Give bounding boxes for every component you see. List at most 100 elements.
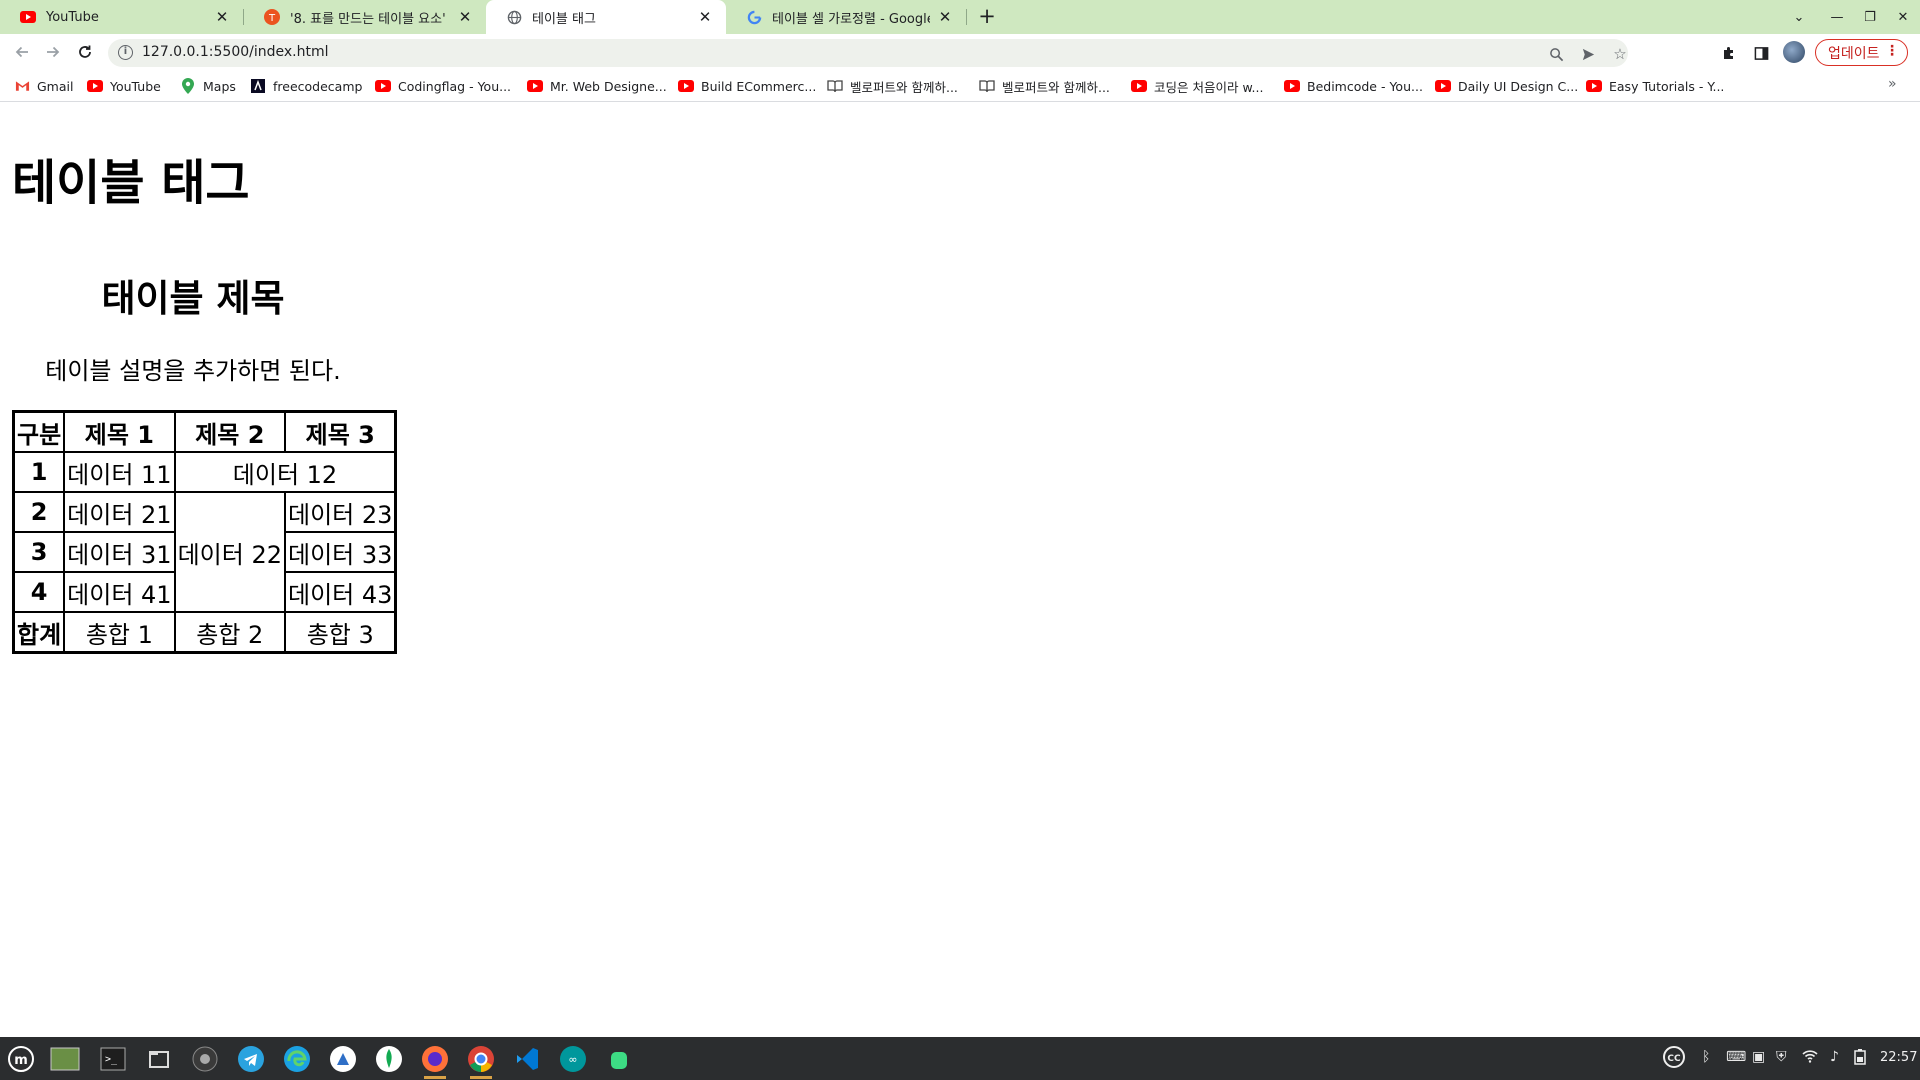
back-arrow-icon xyxy=(15,46,28,58)
bookmark-bedimcode[interactable]: Bedimcode - You... xyxy=(1284,76,1423,96)
minimize-button[interactable]: — xyxy=(1822,4,1852,30)
data-table: 구분 제목 1 제목 2 제목 3 1 데이터 11 데이터 12 2 데이터 … xyxy=(12,410,398,654)
keyboard-icon[interactable]: ⌨ xyxy=(1726,1049,1746,1065)
bluetooth-icon[interactable]: ᛒ xyxy=(1702,1049,1710,1065)
files-icon[interactable] xyxy=(142,1042,176,1076)
bookmark-gmail[interactable]: Gmail xyxy=(14,76,73,96)
close-tab-icon[interactable]: ✕ xyxy=(456,8,474,26)
gmail-icon xyxy=(14,78,30,94)
bookmark-mr-web-designer[interactable]: Mr. Web Designe... xyxy=(527,76,667,96)
tab-title: 테이블 셀 가로정렬 - Google 검 xyxy=(772,11,930,27)
bookmark-build-ecommerce[interactable]: Build ECommerc... xyxy=(678,76,816,96)
reload-button[interactable] xyxy=(73,40,97,64)
bookmark-label: Gmail xyxy=(37,78,74,94)
chrome-icon[interactable] xyxy=(464,1042,498,1079)
side-panel-icon[interactable] xyxy=(1750,42,1772,64)
extensions-icon[interactable] xyxy=(1718,42,1740,64)
bookmark-coding-first[interactable]: 코딩은 처음이라 w... xyxy=(1131,76,1263,96)
bookmark-youtube[interactable]: YouTube xyxy=(87,76,161,96)
update-label: 업데이트 xyxy=(1828,45,1880,62)
profile-avatar[interactable] xyxy=(1783,41,1805,63)
tab-tistory[interactable]: T '8. 표를 만드는 테이블 요소' 수정 ✕ xyxy=(244,0,486,34)
svg-text:∞: ∞ xyxy=(568,1053,577,1066)
firefox-icon[interactable] xyxy=(418,1042,452,1079)
bookmark-label: freecodecamp xyxy=(273,78,363,94)
svg-text:T: T xyxy=(268,13,276,24)
row-header-cell: 3 xyxy=(14,532,65,572)
telegram-icon[interactable] xyxy=(234,1042,268,1076)
tab-youtube[interactable]: YouTube ✕ xyxy=(0,0,243,34)
show-desktop-icon[interactable] xyxy=(48,1042,82,1076)
tab-active[interactable]: 테이블 태그 ✕ xyxy=(486,0,726,34)
forward-button[interactable] xyxy=(41,40,65,64)
mint-menu-icon[interactable]: m xyxy=(4,1042,38,1076)
close-window-button[interactable]: ✕ xyxy=(1888,4,1918,30)
bookmark-velopert-2[interactable]: 벨로퍼트와 함께하... xyxy=(979,76,1110,96)
table-cell: 데이터 43 xyxy=(285,572,396,612)
bookmark-star-icon[interactable]: ☆ xyxy=(1610,44,1630,64)
bookmark-codingflag[interactable]: Codingflag - You... xyxy=(375,76,511,96)
writer-icon[interactable] xyxy=(326,1042,360,1076)
shield-icon[interactable]: ⛨ xyxy=(1776,1049,1787,1065)
footer-cell: 총합 1 xyxy=(64,612,175,652)
music-icon[interactable]: ♪ xyxy=(1830,1049,1839,1065)
mongodb-icon[interactable] xyxy=(372,1042,406,1076)
vscode-icon[interactable] xyxy=(510,1042,544,1076)
table-caption-title: 태이블 제목 xyxy=(101,277,285,320)
browser-toolbar: i 127.0.0.1:5500/index.html ☆ 업데이트 ⋮ xyxy=(0,34,1920,70)
wifi-icon[interactable] xyxy=(1802,1049,1818,1067)
youtube-icon xyxy=(527,78,543,94)
close-tab-icon[interactable]: ✕ xyxy=(213,8,231,26)
obs-icon[interactable] xyxy=(188,1042,222,1076)
android-icon[interactable] xyxy=(602,1042,636,1076)
bookmark-velopert-1[interactable]: 벨로퍼트와 함께하... xyxy=(827,76,958,96)
tab-google[interactable]: 테이블 셀 가로정렬 - Google 검 ✕ xyxy=(726,0,966,34)
edge-icon[interactable] xyxy=(280,1042,314,1076)
bookmark-label: Codingflag - You... xyxy=(398,78,512,94)
bookmarks-overflow-icon[interactable]: » xyxy=(1888,76,1897,92)
site-info-icon[interactable]: i xyxy=(118,45,133,60)
book-icon xyxy=(827,78,843,94)
table-cell: 데이터 23 xyxy=(285,492,396,532)
reload-icon xyxy=(79,45,91,58)
back-button[interactable] xyxy=(10,40,34,64)
bookmark-label: 벨로퍼트와 함께하... xyxy=(850,79,958,95)
bookmark-label: Maps xyxy=(203,78,236,94)
bookmark-label: Daily UI Design C... xyxy=(1458,78,1579,94)
footer-header-cell: 합계 xyxy=(14,612,65,652)
bookmark-easy-tutorials[interactable]: Easy Tutorials - Y... xyxy=(1586,76,1724,96)
svg-text:>_: >_ xyxy=(105,1054,118,1065)
tistory-icon: T xyxy=(264,9,280,25)
table-cell: 데이터 33 xyxy=(285,532,396,572)
cc-icon[interactable]: CC xyxy=(1662,1046,1686,1072)
zoom-icon[interactable] xyxy=(1546,44,1566,64)
clipboard-icon[interactable]: ▣ xyxy=(1752,1049,1765,1065)
address-bar[interactable]: i 127.0.0.1:5500/index.html ☆ xyxy=(108,39,1628,67)
bookmark-maps[interactable]: Maps xyxy=(180,76,236,96)
bookmarks-bar: Gmail YouTube Maps freecodecamp Codingfl… xyxy=(0,70,1920,102)
new-tab-button[interactable]: + xyxy=(975,5,999,29)
footer-cell: 총합 2 xyxy=(174,612,286,652)
send-icon[interactable] xyxy=(1578,44,1598,64)
clock[interactable]: 22:57 xyxy=(1880,1050,1917,1065)
tab-title: '8. 표를 만드는 테이블 요소' 수정 xyxy=(290,11,450,27)
update-button[interactable]: 업데이트 ⋮ xyxy=(1815,39,1908,66)
restore-button[interactable]: ❐ xyxy=(1855,4,1885,30)
tab-search-button[interactable]: ⌄ xyxy=(1784,4,1814,30)
youtube-icon xyxy=(20,9,36,25)
arduino-icon[interactable]: ∞ xyxy=(556,1042,590,1076)
bookmark-freecodecamp[interactable]: freecodecamp xyxy=(250,76,362,96)
bookmark-label: Easy Tutorials - Y... xyxy=(1609,78,1725,94)
close-tab-icon[interactable]: ✕ xyxy=(936,8,954,26)
table-row: 1 데이터 11 데이터 12 xyxy=(14,452,396,492)
bookmark-label: Mr. Web Designe... xyxy=(550,78,667,94)
bookmark-daily-ui[interactable]: Daily UI Design C... xyxy=(1435,76,1578,96)
table-cell: 데이터 21 xyxy=(64,492,175,532)
table-cell: 데이터 22 xyxy=(174,492,286,612)
youtube-icon xyxy=(87,78,103,94)
terminal-icon[interactable]: >_ xyxy=(96,1042,130,1076)
url-text[interactable]: 127.0.0.1:5500/index.html xyxy=(142,44,329,60)
close-tab-icon[interactable]: ✕ xyxy=(696,8,714,26)
tab-title: 테이블 태그 xyxy=(532,11,596,27)
battery-icon[interactable] xyxy=(1853,1049,1867,1069)
